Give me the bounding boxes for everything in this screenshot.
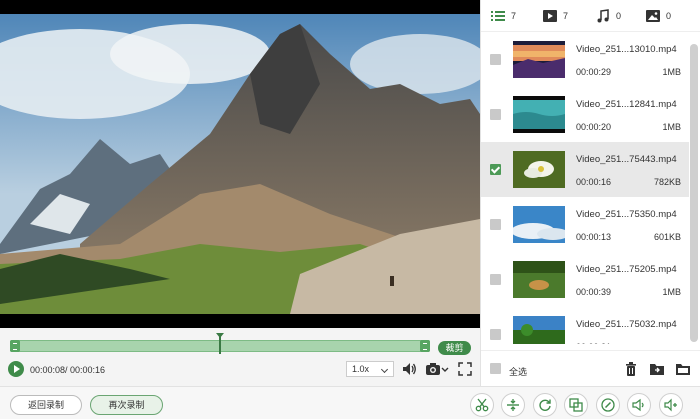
cut-tool-button[interactable] bbox=[470, 393, 494, 417]
select-all-checkbox[interactable] bbox=[490, 363, 501, 374]
file-size: 1MB bbox=[662, 287, 681, 297]
video-editor-window: 裁剪 00:00:08/ 00:00:16 1.0x 7 7 0 0 Video… bbox=[0, 0, 700, 419]
audio-tool-button[interactable] bbox=[627, 393, 651, 417]
file-duration: 00:00:13 bbox=[576, 232, 612, 242]
file-duration: 00:00:21 bbox=[576, 342, 611, 344]
file-name: Video_251...75205.mp4 bbox=[576, 264, 677, 275]
file-duration: 00:00:20 bbox=[576, 122, 612, 132]
file-name: Video_251...75350.mp4 bbox=[576, 209, 677, 220]
add-audio-tool-button[interactable] bbox=[659, 393, 683, 417]
file-checkbox[interactable] bbox=[490, 164, 501, 175]
play-button[interactable] bbox=[8, 361, 24, 377]
record-again-button[interactable]: 再次录制 bbox=[90, 395, 163, 415]
back-to-record-button[interactable]: 返回录制 bbox=[10, 395, 82, 415]
file-name: Video_251...75032.mp4 bbox=[576, 319, 677, 330]
file-size: 601KB bbox=[653, 232, 681, 242]
file-duration: 00:00:39 bbox=[576, 287, 612, 297]
file-list-item[interactable]: Video_251...75032.mp4 00:00:21 bbox=[481, 307, 689, 344]
file-size: 1MB bbox=[662, 122, 681, 132]
video-icon bbox=[543, 10, 557, 22]
rotate-tool-button[interactable] bbox=[533, 393, 557, 417]
rotate-icon bbox=[539, 399, 551, 411]
file-name: Video_251...13010.mp4 bbox=[576, 44, 677, 55]
tab-count: 7 bbox=[511, 11, 517, 21]
scissors-icon bbox=[475, 398, 489, 412]
tab-all[interactable]: 7 bbox=[491, 8, 516, 24]
trim-end-handle[interactable] bbox=[420, 340, 430, 352]
speaker-icon bbox=[632, 398, 644, 412]
tab-music[interactable]: 0 bbox=[596, 8, 621, 24]
footer-bar: 返回录制 再次录制 bbox=[0, 386, 700, 419]
edit-icon bbox=[601, 398, 615, 412]
merge-tool-button[interactable] bbox=[564, 393, 588, 417]
fullscreen-icon[interactable] bbox=[457, 361, 473, 377]
trim-start-handle[interactable] bbox=[10, 340, 20, 352]
file-checkbox[interactable] bbox=[490, 329, 501, 340]
file-duration: 00:00:29 bbox=[576, 67, 612, 77]
file-duration: 00:00:16 bbox=[576, 177, 612, 187]
thumbnail-image bbox=[513, 261, 565, 298]
split-icon bbox=[507, 399, 519, 411]
music-icon bbox=[597, 9, 609, 23]
tab-count: 7 bbox=[563, 11, 569, 21]
file-checkbox[interactable] bbox=[490, 219, 501, 230]
file-checkbox[interactable] bbox=[490, 274, 501, 285]
media-type-tabs: 7 7 0 0 bbox=[481, 0, 700, 32]
trim-button[interactable]: 裁剪 bbox=[438, 341, 471, 355]
file-list-item[interactable]: Video_251...75443.mp4 00:00:16 782KB bbox=[481, 142, 689, 197]
volume-icon[interactable] bbox=[401, 361, 417, 377]
thumbnail-image bbox=[513, 316, 565, 344]
file-list-item[interactable]: Video_251...75205.mp4 00:00:39 1MB bbox=[481, 252, 689, 307]
select-all-bar: 全选 bbox=[481, 350, 700, 386]
edit-tool-button[interactable] bbox=[596, 393, 620, 417]
list-scrollbar[interactable] bbox=[690, 44, 698, 342]
split-tool-button[interactable] bbox=[501, 393, 525, 417]
file-name: Video_251...75443.mp4 bbox=[576, 154, 677, 165]
file-sidebar: 7 7 0 0 Video_251...13010.mp4 00:00:29 1… bbox=[480, 0, 700, 386]
file-list-item[interactable]: Video_251...13010.mp4 00:00:29 1MB bbox=[481, 32, 689, 87]
tab-count: 0 bbox=[616, 11, 622, 21]
speaker-add-icon bbox=[664, 398, 677, 412]
list-icon bbox=[491, 11, 505, 21]
chevron-down-icon[interactable] bbox=[440, 361, 450, 377]
video-frame-mountain bbox=[0, 14, 480, 314]
file-list: Video_251...13010.mp4 00:00:29 1MB Video_25… bbox=[481, 32, 689, 344]
time-display: 00:00:08/ 00:00:16 bbox=[30, 365, 106, 375]
file-checkbox[interactable] bbox=[490, 54, 501, 65]
speed-select[interactable]: 1.0x bbox=[346, 361, 394, 377]
camera-icon[interactable] bbox=[425, 361, 441, 377]
playhead[interactable] bbox=[216, 333, 224, 354]
folder-icon[interactable] bbox=[675, 361, 691, 377]
file-checkbox[interactable] bbox=[490, 109, 501, 120]
file-size: 782KB bbox=[653, 177, 681, 187]
tab-count: 0 bbox=[666, 11, 672, 21]
thumbnail-image bbox=[513, 41, 565, 78]
image-icon bbox=[646, 10, 660, 22]
thumbnail-image bbox=[513, 206, 565, 243]
video-preview[interactable] bbox=[0, 0, 480, 328]
merge-icon bbox=[569, 398, 583, 412]
thumbnail-image bbox=[513, 151, 565, 188]
timeline-controls: 裁剪 00:00:08/ 00:00:16 1.0x bbox=[0, 328, 480, 386]
video-thumbnail bbox=[513, 41, 565, 78]
file-size: 1MB bbox=[662, 67, 681, 77]
export-folder-icon[interactable] bbox=[649, 361, 665, 377]
thumbnail-image bbox=[513, 96, 565, 133]
video-thumbnail bbox=[513, 206, 565, 243]
file-list-item[interactable]: Video_251...12841.mp4 00:00:20 1MB bbox=[481, 87, 689, 142]
file-list-item[interactable]: Video_251...75350.mp4 00:00:13 601KB bbox=[481, 197, 689, 252]
select-all-label: 全选 bbox=[509, 367, 528, 377]
trash-icon[interactable] bbox=[623, 361, 639, 377]
tab-video[interactable]: 7 bbox=[543, 8, 568, 24]
video-thumbnail bbox=[513, 96, 565, 133]
video-thumbnail bbox=[513, 316, 565, 344]
tab-image[interactable]: 0 bbox=[646, 8, 671, 24]
video-thumbnail bbox=[513, 261, 565, 298]
file-name: Video_251...12841.mp4 bbox=[576, 99, 677, 110]
video-thumbnail bbox=[513, 151, 565, 188]
